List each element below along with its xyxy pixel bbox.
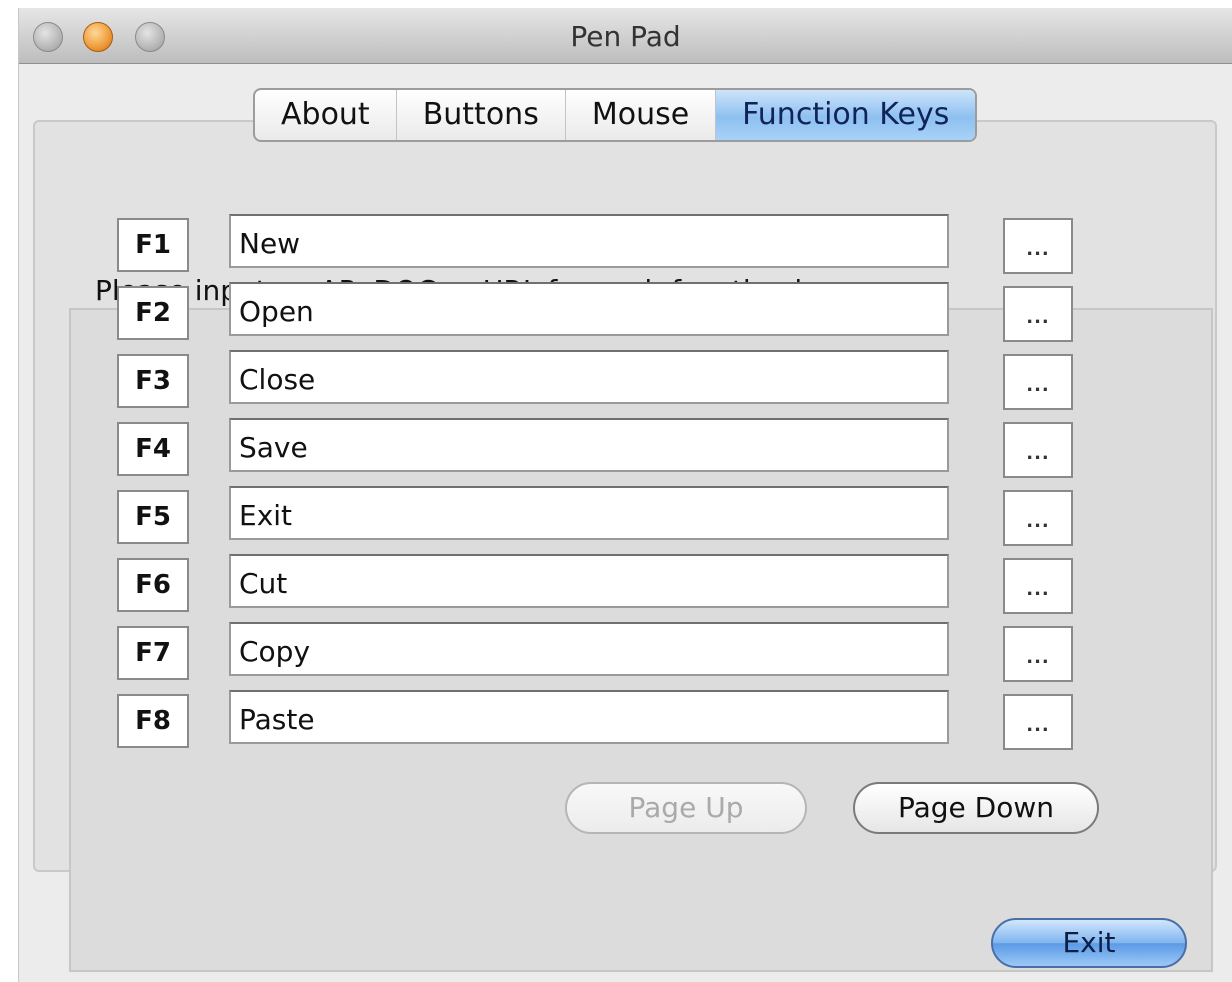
function-key-label-f7: F7 (117, 626, 189, 680)
function-key-label-f1: F1 (117, 218, 189, 272)
title-bar[interactable]: Pen Pad (19, 8, 1232, 64)
function-key-label-f2: F2 (117, 286, 189, 340)
function-key-f1-input[interactable] (229, 214, 949, 268)
browse-button-f6[interactable]: ... (1003, 558, 1073, 614)
function-key-f7-input[interactable] (229, 622, 949, 676)
function-key-label-f6: F6 (117, 558, 189, 612)
pen-pad-window: Pen Pad About Buttons Mouse Function Key… (18, 8, 1232, 982)
browse-button-f4[interactable]: ... (1003, 422, 1073, 478)
tab-about[interactable]: About (255, 90, 397, 140)
function-keys-tab-panel: Please input an AP, DOC or URL for each … (33, 120, 1217, 972)
function-key-label-f3: F3 (117, 354, 189, 408)
function-key-f2-input[interactable] (229, 282, 949, 336)
function-key-f3-input[interactable] (229, 350, 949, 404)
browse-button-f7[interactable]: ... (1003, 626, 1073, 682)
tab-function-keys[interactable]: Function Keys (716, 90, 976, 140)
browse-button-f8[interactable]: ... (1003, 694, 1073, 750)
function-key-f4-input[interactable] (229, 418, 949, 472)
browse-button-f5[interactable]: ... (1003, 490, 1073, 546)
tab-buttons[interactable]: Buttons (397, 90, 566, 140)
function-key-label-f8: F8 (117, 694, 189, 748)
function-key-f5-input[interactable] (229, 486, 949, 540)
tab-mouse[interactable]: Mouse (566, 90, 717, 140)
tab-bar: About Buttons Mouse Function Keys (253, 88, 978, 142)
page-up-button[interactable]: Page Up (565, 782, 807, 834)
browse-button-f1[interactable]: ... (1003, 218, 1073, 274)
function-key-f8-input[interactable] (229, 690, 949, 744)
function-key-label-f4: F4 (117, 422, 189, 476)
window-title: Pen Pad (570, 20, 681, 53)
browse-button-f3[interactable]: ... (1003, 354, 1073, 410)
page-down-button[interactable]: Page Down (853, 782, 1099, 834)
browse-button-f2[interactable]: ... (1003, 286, 1073, 342)
exit-button[interactable]: Exit (991, 918, 1187, 968)
function-key-f6-input[interactable] (229, 554, 949, 608)
function-key-label-f5: F5 (117, 490, 189, 544)
